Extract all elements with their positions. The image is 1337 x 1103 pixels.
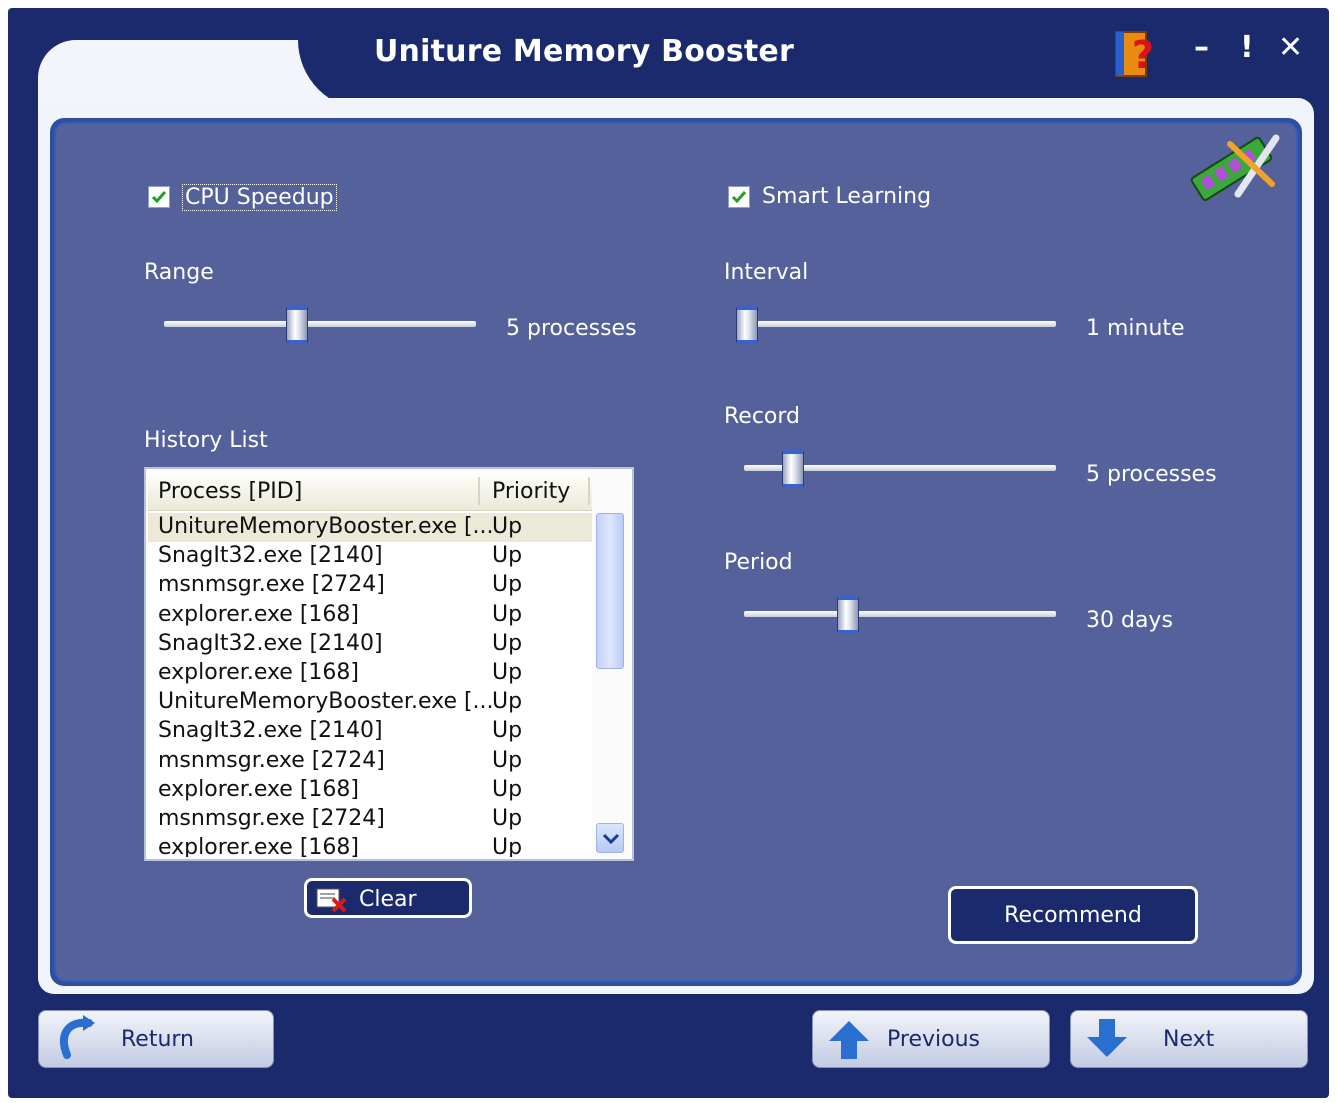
- next-label: Next: [1163, 1027, 1215, 1052]
- period-label: Period: [724, 550, 793, 575]
- table-row[interactable]: UnitureMemoryBooster.exe [... Up: [148, 513, 592, 543]
- interval-value: 1 minute: [1086, 316, 1185, 341]
- process-cell: UnitureMemoryBooster.exe [...: [158, 514, 494, 539]
- table-row[interactable]: SnagIt32.exe [2140] Up: [148, 542, 592, 571]
- interval-label: Interval: [724, 260, 809, 285]
- table-row[interactable]: explorer.exe [168] Up: [148, 601, 592, 630]
- process-cell: explorer.exe [168]: [158, 776, 359, 802]
- scroll-down-button[interactable]: [596, 823, 624, 853]
- next-button[interactable]: Next: [1070, 1010, 1308, 1068]
- process-cell: SnagIt32.exe [2140]: [158, 630, 383, 656]
- cpu-speedup-checkbox[interactable]: [148, 186, 170, 208]
- app-window: Uniture Memory Booster ? – ! ✕ CPU Speed…: [8, 8, 1329, 1098]
- process-cell: SnagIt32.exe [2140]: [158, 543, 383, 569]
- interval-slider-track: [736, 321, 1056, 327]
- history-list-header: Process [PID] Priority: [148, 471, 594, 511]
- content-frame: CPU Speedup Range 5 processes History Li…: [38, 98, 1314, 994]
- content-frame-inner: CPU Speedup Range 5 processes History Li…: [50, 118, 1302, 986]
- clear-list-icon: [316, 888, 347, 913]
- recommend-button-label: Recommend: [1004, 903, 1142, 928]
- priority-cell: Up: [492, 514, 523, 539]
- process-cell: explorer.exe [168]: [158, 835, 359, 857]
- period-value: 30 days: [1086, 608, 1173, 633]
- record-label: Record: [724, 404, 801, 429]
- process-cell: msnmsgr.exe [2724]: [158, 572, 385, 598]
- record-slider[interactable]: [744, 450, 1056, 488]
- column-separator[interactable]: [478, 477, 480, 505]
- range-value: 5 processes: [506, 316, 637, 341]
- process-cell: explorer.exe [168]: [158, 659, 359, 685]
- period-slider-track: [744, 611, 1056, 617]
- return-label: Return: [121, 1027, 195, 1052]
- priority-cell: Up: [492, 601, 523, 627]
- return-arrow-icon: [59, 1015, 95, 1059]
- column-header-process[interactable]: Process [PID]: [158, 479, 302, 504]
- priority-cell: Up: [492, 805, 523, 831]
- alert-button[interactable]: !: [1240, 30, 1254, 65]
- table-row[interactable]: UnitureMemoryBooster.exe [... Up: [148, 688, 592, 717]
- table-row[interactable]: SnagIt32.exe [2140] Up: [148, 717, 592, 746]
- process-cell: msnmsgr.exe [2724]: [158, 747, 385, 773]
- table-row[interactable]: explorer.exe [168] Up: [148, 776, 592, 805]
- memory-tools-icon: [1180, 124, 1290, 204]
- range-slider[interactable]: [164, 306, 476, 344]
- record-value: 5 processes: [1086, 462, 1217, 487]
- checkmark-icon: [151, 191, 167, 204]
- table-row[interactable]: explorer.exe [168] Up: [148, 834, 592, 857]
- period-slider-thumb[interactable]: [837, 596, 859, 634]
- clear-button[interactable]: Clear: [304, 878, 472, 918]
- minimize-button[interactable]: –: [1194, 30, 1209, 65]
- priority-cell: Up: [492, 572, 523, 598]
- smart-learning-label[interactable]: Smart Learning: [762, 184, 931, 209]
- history-list[interactable]: Process [PID] Priority UnitureMemoryBoos…: [144, 467, 634, 861]
- settings-panel: CPU Speedup Range 5 processes History Li…: [54, 122, 1298, 982]
- priority-cell: Up: [492, 835, 523, 857]
- interval-slider-thumb[interactable]: [736, 306, 758, 344]
- scrollbar-thumb[interactable]: [596, 513, 624, 669]
- table-row[interactable]: msnmsgr.exe [2724] Up: [148, 747, 592, 776]
- interval-slider[interactable]: [736, 306, 1056, 344]
- priority-cell: Up: [492, 689, 523, 715]
- close-button[interactable]: ✕: [1278, 30, 1303, 65]
- priority-cell: Up: [492, 543, 523, 569]
- priority-cell: Up: [492, 659, 523, 685]
- clear-button-label: Clear: [359, 887, 417, 912]
- chevron-down-icon: [602, 833, 620, 845]
- table-row[interactable]: msnmsgr.exe [2724] Up: [148, 805, 592, 834]
- history-list-label: History List: [144, 428, 268, 453]
- previous-label: Previous: [887, 1027, 980, 1052]
- smart-learning-checkbox[interactable]: [728, 186, 750, 208]
- arrow-down-icon: [1087, 1019, 1127, 1057]
- priority-cell: Up: [492, 718, 523, 744]
- range-label: Range: [144, 260, 214, 285]
- process-cell: UnitureMemoryBooster.exe [...: [158, 689, 494, 715]
- window-title: Uniture Memory Booster: [374, 34, 794, 69]
- table-row[interactable]: explorer.exe [168] Up: [148, 659, 592, 688]
- column-header-priority[interactable]: Priority: [492, 479, 570, 504]
- period-slider[interactable]: [744, 596, 1056, 634]
- previous-button[interactable]: Previous: [812, 1010, 1050, 1068]
- svg-text:?: ?: [1132, 33, 1154, 77]
- priority-cell: Up: [492, 747, 523, 773]
- help-book-icon[interactable]: ?: [1112, 28, 1164, 82]
- history-scrollbar[interactable]: [592, 471, 630, 857]
- range-slider-track: [164, 321, 476, 327]
- record-slider-thumb[interactable]: [782, 450, 804, 488]
- return-button[interactable]: Return: [38, 1010, 274, 1068]
- history-rows: UnitureMemoryBooster.exe [... Up SnagIt32.…: [148, 513, 592, 857]
- priority-cell: Up: [492, 630, 523, 656]
- process-cell: SnagIt32.exe [2140]: [158, 718, 383, 744]
- priority-cell: Up: [492, 776, 523, 802]
- table-row[interactable]: msnmsgr.exe [2724] Up: [148, 571, 592, 600]
- column-separator[interactable]: [588, 477, 590, 505]
- range-slider-thumb[interactable]: [286, 306, 308, 344]
- recommend-button[interactable]: Recommend: [948, 886, 1198, 944]
- cpu-speedup-label[interactable]: CPU Speedup: [182, 184, 337, 211]
- arrow-up-icon: [829, 1021, 869, 1059]
- table-row[interactable]: SnagIt32.exe [2140] Up: [148, 630, 592, 659]
- process-cell: msnmsgr.exe [2724]: [158, 805, 385, 831]
- process-cell: explorer.exe [168]: [158, 601, 359, 627]
- checkmark-icon: [731, 191, 747, 204]
